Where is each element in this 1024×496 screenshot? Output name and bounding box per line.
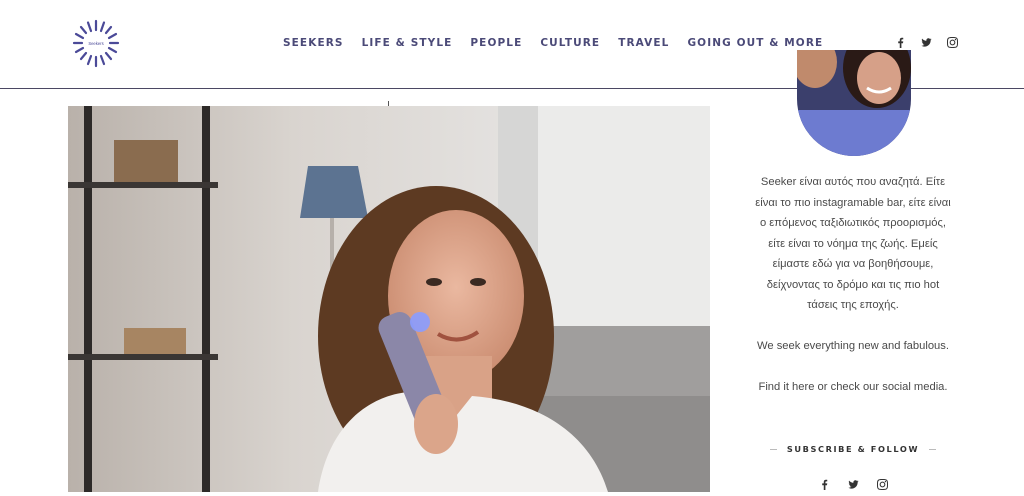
about-line: ο επόμενος ταξιδιωτικός προορισμός, bbox=[759, 217, 947, 229]
nav-item-life-style[interactable]: LIFE & STYLE bbox=[362, 37, 453, 49]
twitter-icon[interactable] bbox=[847, 478, 859, 490]
nav-item-people[interactable]: PEOPLE bbox=[470, 37, 522, 49]
featured-image[interactable] bbox=[68, 106, 710, 492]
nav-item-culture[interactable]: CULTURE bbox=[540, 37, 600, 49]
main-nav: SEEKERS LIFE & STYLE PEOPLE CULTURE TRAV… bbox=[283, 37, 841, 49]
facebook-icon[interactable] bbox=[818, 478, 830, 490]
about-tagline: We seek everything new and fabulous. bbox=[757, 340, 949, 352]
subscribe-heading: SUBSCRIBE & FOLLOW bbox=[770, 444, 936, 454]
facebook-icon[interactable] bbox=[894, 36, 906, 48]
sidebar-social-links bbox=[818, 478, 888, 490]
header-social-links bbox=[894, 36, 958, 48]
instagram-icon[interactable] bbox=[946, 36, 958, 48]
author-avatar bbox=[797, 50, 911, 156]
about-line: είναι το πιο instagramable bar, είτε είν… bbox=[755, 196, 951, 209]
site-logo[interactable]: Seekers bbox=[70, 18, 122, 70]
instagram-icon[interactable] bbox=[876, 478, 888, 490]
svg-text:Seekers: Seekers bbox=[88, 41, 103, 46]
about-cta: Find it here or check our social media. bbox=[758, 381, 948, 393]
nav-item-going-out-more[interactable]: GOING OUT & MORE bbox=[687, 37, 823, 49]
about-text: Seeker είναι αυτός που αναζητά. Είτε είν… bbox=[746, 172, 960, 398]
divider-line bbox=[770, 448, 777, 450]
subscribe-title: SUBSCRIBE & FOLLOW bbox=[786, 444, 920, 454]
nav-item-travel[interactable]: TRAVEL bbox=[618, 37, 669, 49]
about-line: δείχνοντας το δρόμο και τις πιο hot bbox=[766, 278, 940, 291]
about-line: τάσεις της εποχής. bbox=[807, 299, 899, 311]
about-line: Seeker είναι αυτός που αναζητά. Είτε bbox=[760, 176, 946, 188]
twitter-icon[interactable] bbox=[920, 36, 932, 48]
nav-item-seekers[interactable]: SEEKERS bbox=[283, 37, 344, 49]
divider-line bbox=[929, 448, 936, 450]
about-line: είμαστε εδώ για να βοηθήσουμε, bbox=[772, 258, 934, 270]
about-line: είτε είναι το νόημα της ζωής. Εμείς bbox=[768, 237, 938, 250]
